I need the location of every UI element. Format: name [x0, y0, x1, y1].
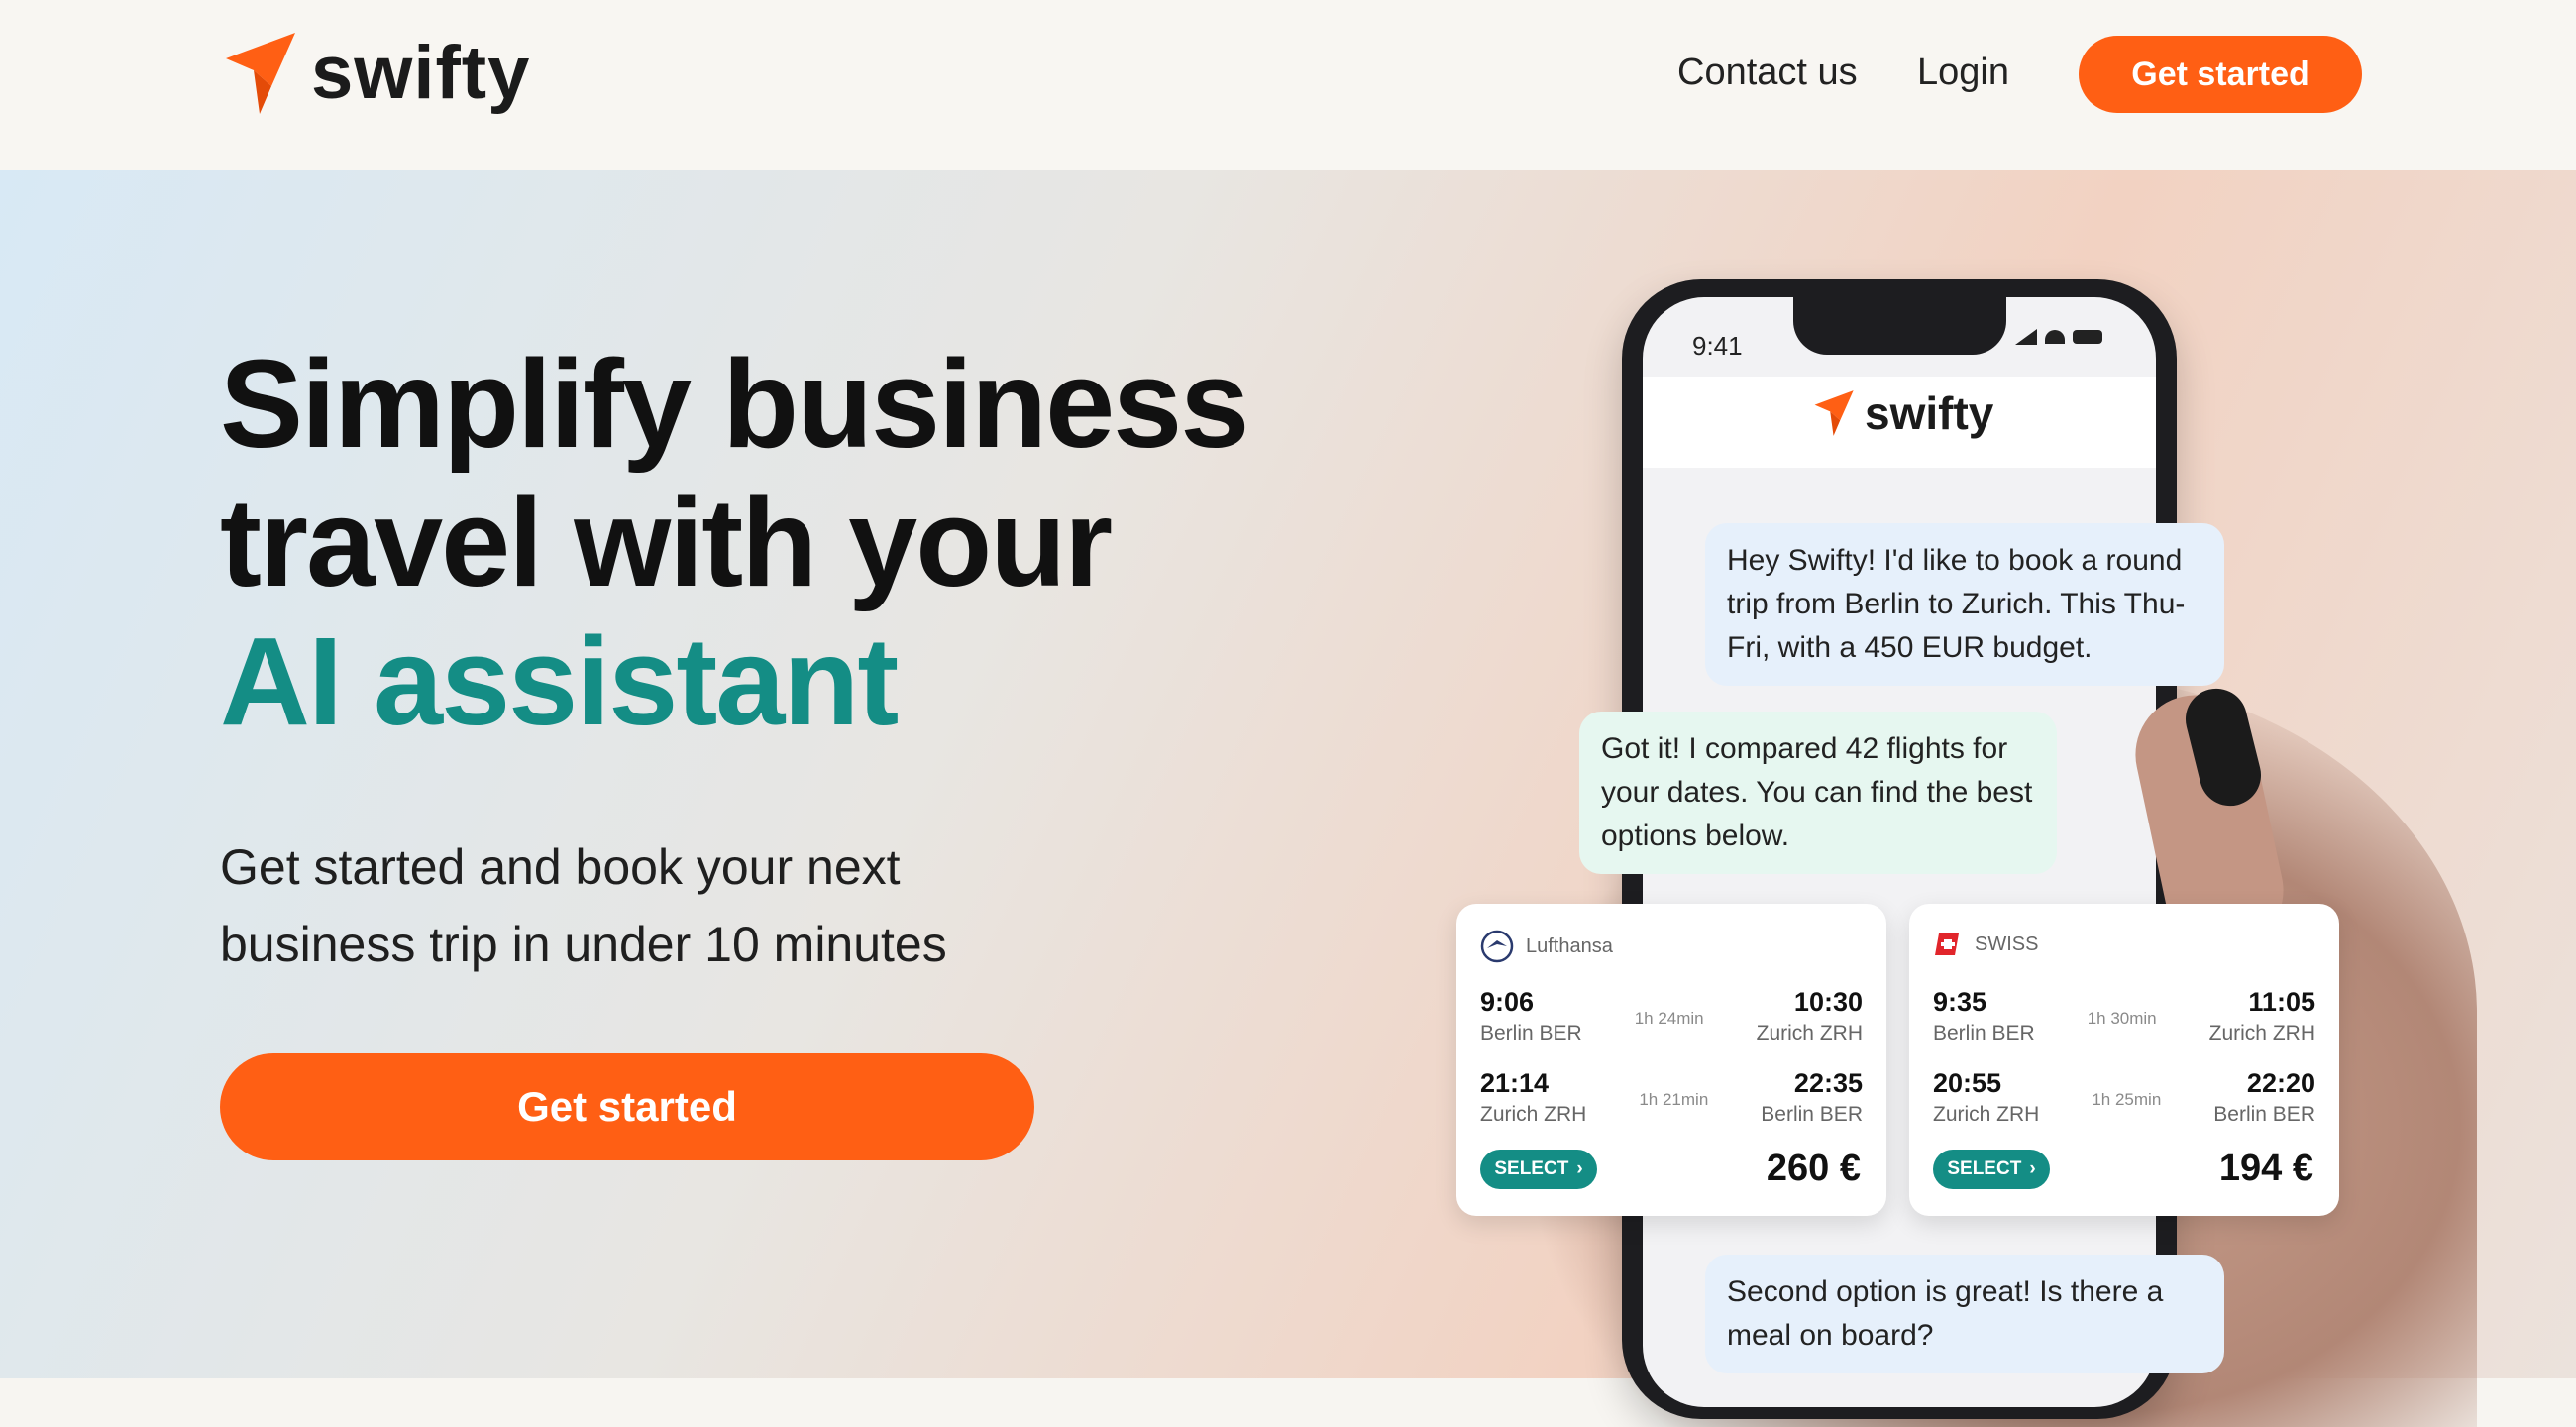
user-message-bubble: Second option is great! Is there a meal …	[1705, 1255, 2224, 1373]
get-started-nav-button[interactable]: Get started	[2079, 36, 2362, 113]
departure-airport: Zurich ZRH	[1480, 1103, 1587, 1126]
hero-headline: Simplify business travel with your AI as…	[220, 334, 1249, 751]
top-navigation: swifty Contact us Login Get started	[0, 0, 2576, 170]
arrival-time: 22:35	[1793, 1068, 1863, 1098]
return-flight-row: 20:55 Zurich ZRH 1h 25min 22:20 Berlin BER	[1933, 1068, 2315, 1127]
airline-name: SWISS	[1975, 933, 2039, 955]
departure-time: 21:14	[1480, 1068, 1550, 1098]
flight-duration: 1h 21min	[1639, 1090, 1709, 1109]
user-message-bubble: Hey Swifty! I'd like to book a round tri…	[1705, 523, 2224, 686]
select-label: SELECT	[1947, 1158, 2022, 1179]
headline-line-3: AI assistant	[220, 611, 899, 751]
status-time: 9:41	[1692, 331, 1743, 361]
signal-icon	[2015, 329, 2037, 345]
departure-airport: Berlin BER	[1933, 1022, 2035, 1044]
hero-subtitle: Get started and book your next business …	[220, 828, 1112, 983]
brand-name: swifty	[311, 31, 531, 115]
outbound-flight-row: 9:35 Berlin BER 1h 30min 11:05 Zurich ZRH	[1933, 987, 2315, 1045]
login-link[interactable]: Login	[1917, 52, 2009, 94]
assistant-message-bubble: Got it! I compared 42 flights for your d…	[1579, 712, 2057, 874]
chevron-right-icon: ›	[1576, 1158, 1583, 1179]
select-label: SELECT	[1494, 1158, 1569, 1179]
arrival-time: 22:20	[2246, 1068, 2315, 1098]
departure-airport: Berlin BER	[1480, 1022, 1582, 1044]
subtitle-line-1: Get started and book your next	[220, 839, 901, 895]
headline-line-2: travel with your	[220, 473, 1113, 612]
airline-label: Lufthansa	[1480, 930, 1613, 963]
outbound-flight-row: 9:06 Berlin BER 1h 24min 10:30 Zurich ZRH	[1480, 987, 1863, 1045]
departure-airport: Zurich ZRH	[1933, 1103, 2040, 1126]
subtitle-line-2: business trip in under 10 minutes	[220, 917, 947, 972]
select-flight-button[interactable]: SELECT ›	[1480, 1150, 1597, 1189]
phone-brand-name: swifty	[1865, 387, 1994, 439]
battery-icon	[2073, 330, 2102, 344]
departure-time: 9:35	[1933, 987, 1987, 1017]
brand-logo[interactable]: swifty	[220, 30, 530, 116]
arrival-airport: Zurich ZRH	[2208, 1022, 2315, 1044]
return-flight-row: 21:14 Zurich ZRH 1h 21min 22:35 Berlin BER	[1480, 1068, 1863, 1127]
flight-option-card[interactable]: SWISS 9:35 Berlin BER 1h 30min 11:05 Zuric…	[1909, 904, 2339, 1216]
flight-option-card[interactable]: Lufthansa 9:06 Berlin BER 1h 24min 10:30 Z…	[1456, 904, 1886, 1216]
phone-notch	[1793, 291, 2006, 355]
phone-app-logo: swifty	[1811, 386, 1993, 440]
arrival-time: 10:30	[1793, 987, 1863, 1017]
contact-us-link[interactable]: Contact us	[1677, 52, 1858, 94]
headline-line-1: Simplify business	[220, 334, 1249, 474]
flight-duration: 1h 24min	[1634, 1009, 1704, 1028]
arrival-time: 11:05	[2248, 987, 2315, 1017]
flight-duration: 1h 30min	[2087, 1009, 2157, 1028]
swifty-logo-icon	[1814, 390, 1854, 436]
select-flight-button[interactable]: SELECT ›	[1933, 1150, 2050, 1189]
departure-time: 9:06	[1480, 987, 1535, 1017]
arrival-airport: Berlin BER	[2213, 1103, 2315, 1126]
flight-duration: 1h 25min	[2092, 1090, 2162, 1109]
status-icons	[2015, 329, 2102, 345]
swiss-flag-icon	[1935, 933, 1959, 955]
airline-label: SWISS	[1933, 930, 2038, 959]
wifi-icon	[2045, 330, 2065, 344]
lufthansa-crane-icon	[1480, 930, 1514, 963]
flight-price: 194 €	[2218, 1148, 2313, 1189]
chevron-right-icon: ›	[2029, 1158, 2036, 1179]
flight-price: 260 €	[1766, 1148, 1861, 1189]
arrival-airport: Berlin BER	[1761, 1103, 1863, 1126]
get-started-hero-button[interactable]: Get started	[220, 1053, 1034, 1160]
airline-name: Lufthansa	[1526, 934, 1613, 957]
departure-time: 20:55	[1933, 1068, 2002, 1098]
arrival-airport: Zurich ZRH	[1756, 1022, 1863, 1044]
swifty-logo-icon	[226, 32, 295, 114]
